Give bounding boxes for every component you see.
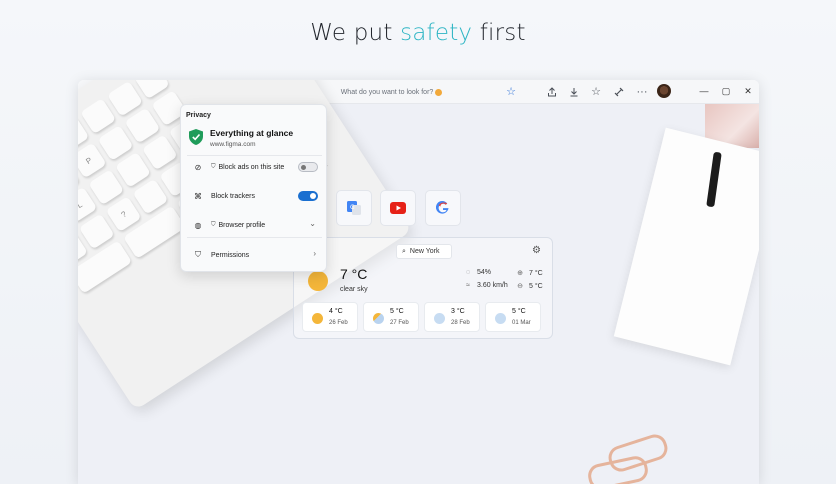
temp-down-icon: ⊖ (517, 283, 523, 290)
share-icon[interactable] (544, 84, 560, 100)
minimize-icon[interactable]: — (695, 83, 713, 99)
weather-location: New York (409, 248, 440, 255)
forecast-day[interactable]: 4 °C 26 Feb (302, 302, 358, 332)
maximize-icon[interactable]: ▢ (717, 83, 735, 99)
current-temperature: 7 °C (340, 266, 368, 282)
emoji-icon (435, 88, 443, 96)
high-temp-value: 7 °C (529, 269, 543, 277)
chevron-down-icon: ⌄ (309, 219, 316, 228)
sun-cloud-icon (308, 271, 328, 291)
headline-suffix: first (479, 20, 526, 46)
forecast-temp: 5 °C (390, 308, 404, 315)
block-trackers-label: Block trackers (211, 192, 255, 200)
sun-rain-icon (373, 313, 384, 324)
wind-icon: ≈ (466, 282, 470, 289)
weather-description: clear sky (340, 286, 368, 293)
chevron-right-icon: › (313, 249, 316, 258)
favorites-icon[interactable]: ☆ (588, 84, 604, 100)
paperclip-decor (585, 454, 651, 484)
divider (187, 155, 322, 156)
humidity-stat: ◌ 54% (464, 269, 491, 276)
block-icon: ⊘ (194, 162, 202, 172)
windy-icon (495, 313, 506, 324)
partly-sunny-icon (312, 313, 323, 324)
block-ads-row: ⊘ ⛉ Block ads on this site (193, 160, 318, 174)
forecast-day[interactable]: 5 °C 01 Mar (485, 302, 541, 332)
more-icon[interactable]: ··· (634, 84, 650, 100)
shield-check-icon (189, 129, 203, 145)
paper-decor (613, 127, 759, 366)
block-ads-toggle[interactable] (298, 162, 318, 172)
forecast-day[interactable]: 5 °C 27 Feb (363, 302, 419, 332)
privacy-panel: Privacy Everything at glance www.figma.c… (180, 104, 327, 272)
youtube-icon (390, 202, 406, 214)
google-tile[interactable] (425, 190, 461, 226)
browser-profile-label: Browser profile (218, 221, 266, 229)
permissions-label: Permissions (211, 251, 250, 259)
forecast-date: 26 Feb (329, 320, 348, 326)
forecast-temp: 4 °C (329, 308, 343, 315)
extensions-icon[interactable] (611, 84, 627, 100)
close-icon[interactable]: ✕ (739, 83, 757, 99)
download-icon[interactable] (566, 84, 582, 100)
shield-small-icon: ⛉ (211, 221, 216, 228)
forecast-date: 28 Feb (451, 320, 470, 326)
youtube-tile[interactable] (380, 190, 416, 226)
headline-accent: safety (400, 20, 473, 46)
site-domain: www.figma.com (210, 141, 256, 148)
search-icon: ⌕ (402, 247, 406, 255)
wind-value: 3.60 km/h (477, 282, 508, 289)
shield-outline-icon: ⛉ (195, 250, 201, 259)
shield-small-icon: ⛉ (211, 163, 216, 170)
address-placeholder: What do you want to look for? (340, 88, 434, 96)
translate-icon: G (347, 201, 361, 215)
browser-profile-row[interactable]: ◍ ⛉ Browser profile ⌄ (193, 218, 318, 232)
forecast-date: 01 Mar (512, 320, 531, 326)
block-trackers-row: ⌘ Block trackers (193, 189, 318, 203)
humidity-value: 54% (477, 269, 492, 276)
block-ads-label: Block ads on this site (218, 163, 285, 171)
forecast-day[interactable]: 3 °C 28 Feb (424, 302, 480, 332)
weather-widget: ⌕ New York ⚙ 7 °C clear sky ◌ 54% ≈ 3.60… (293, 237, 553, 339)
settings-gear-icon[interactable]: ⚙ (532, 245, 541, 256)
translate-tile[interactable]: G (336, 190, 372, 226)
forecast-date: 27 Feb (390, 320, 409, 326)
privacy-title: Privacy (186, 112, 211, 119)
site-title: Everything at glance (210, 128, 294, 138)
wind-stat: ≈ 3.60 km/h (464, 282, 508, 289)
low-temp-stat: ⊖ 5 °C (516, 282, 543, 291)
permissions-row[interactable]: ⛉ Permissions › (193, 248, 318, 262)
high-temp-stat: ⊕ 7 °C (516, 269, 543, 278)
star-icon[interactable]: ☆ (503, 84, 519, 100)
weather-location-search[interactable]: ⌕ New York (396, 244, 452, 259)
fingerprint-icon: ◍ (194, 220, 202, 230)
forecast-temp: 5 °C (512, 308, 526, 315)
block-trackers-toggle[interactable] (298, 191, 318, 201)
google-icon (436, 201, 449, 214)
forecast-temp: 3 °C (451, 308, 465, 315)
divider (187, 237, 322, 238)
page-headline: We put safety first (0, 20, 836, 46)
windy-icon (434, 313, 445, 324)
svg-text:G: G (350, 204, 355, 211)
headline-prefix: We put (310, 20, 393, 46)
humidity-icon: ◌ (465, 269, 471, 276)
avatar[interactable] (657, 84, 671, 98)
low-temp-value: 5 °C (529, 282, 543, 290)
temp-up-icon: ⊕ (517, 270, 523, 277)
tracker-icon: ⌘ (194, 191, 202, 201)
